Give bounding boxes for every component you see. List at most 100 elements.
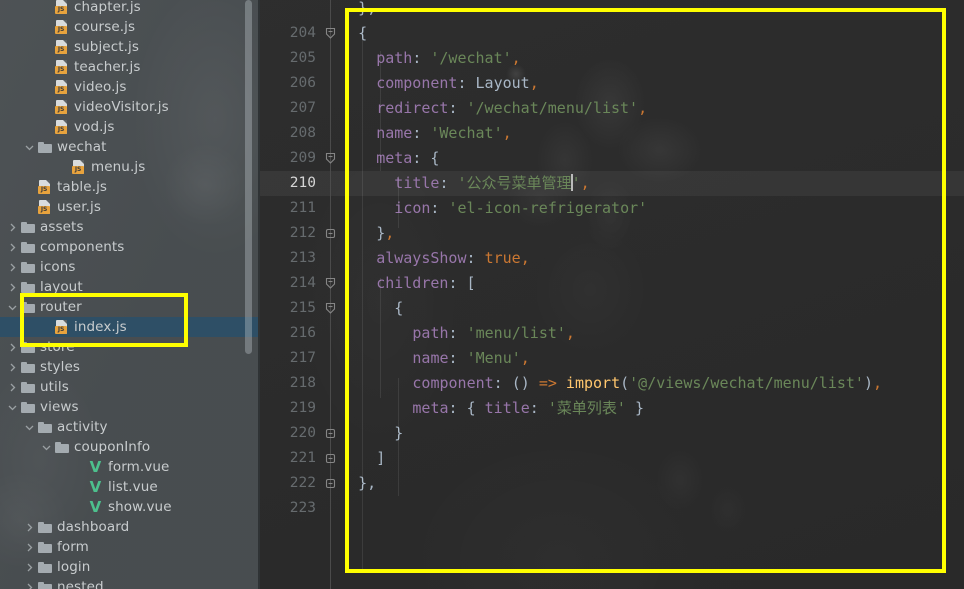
code-line[interactable]: { [340, 296, 403, 321]
chevron-right-icon[interactable] [6, 357, 19, 377]
code-line[interactable]: }, [340, 221, 394, 246]
line-number[interactable]: 216 [260, 321, 316, 346]
code-line[interactable]: component: Layout, [340, 71, 539, 96]
tree-item-router[interactable]: router [0, 297, 260, 317]
tree-item-login[interactable]: login [0, 557, 260, 577]
code-editor-panel[interactable]: 204 205 206 207 208 209 210 211 212 213 214 215 216 2… [260, 0, 964, 589]
line-number[interactable]: 218 [260, 371, 316, 396]
tree-item-activity[interactable]: activity [0, 417, 260, 437]
line-number[interactable]: 208 [260, 121, 316, 146]
line-number[interactable]: 211 [260, 196, 316, 221]
chevron-right-icon[interactable] [6, 217, 19, 237]
tree-item-form[interactable]: form [0, 537, 260, 557]
tree-item-user-js[interactable]: JS user.js [0, 197, 260, 217]
fold-toggle-icon[interactable] [323, 301, 338, 316]
code-line[interactable]: component: () => import('@/views/wechat/… [340, 371, 882, 396]
line-number[interactable]: 210 [260, 171, 316, 196]
chevron-right-icon[interactable] [6, 277, 19, 297]
line-number[interactable]: 217 [260, 346, 316, 371]
chevron-right-icon[interactable] [23, 517, 36, 537]
chevron-down-icon[interactable] [6, 297, 19, 317]
code-line[interactable]: alwaysShow: true, [340, 246, 530, 271]
code-content[interactable]: },{path: '/wechat', component: Layout, red… [340, 0, 964, 589]
line-number[interactable]: 220 [260, 421, 316, 446]
code-line[interactable]: path: 'menu/list', [340, 321, 575, 346]
code-line[interactable]: } [340, 421, 403, 446]
fold-toggle-icon[interactable] [323, 426, 338, 441]
tree-item-wechat[interactable]: wechat [0, 137, 260, 157]
code-line[interactable]: }, [340, 0, 376, 21]
code-line[interactable]: name: 'Menu', [340, 346, 529, 371]
tree-item-form-vue[interactable]: Vform.vue [0, 457, 260, 477]
code-line[interactable]: }, [340, 471, 376, 496]
tree-item-views[interactable]: views [0, 397, 260, 417]
file-tree[interactable]: JS chapter.js JS course.js JS subject.js JS tea… [0, 0, 260, 589]
code-line[interactable]: path: '/wechat', [340, 46, 521, 71]
sidebar-scrollbar[interactable] [245, 0, 252, 354]
tree-item-menu-js[interactable]: JS menu.js [0, 157, 260, 177]
fold-toggle-icon[interactable] [323, 451, 338, 466]
fold-toggle-icon[interactable] [323, 476, 338, 491]
chevron-right-icon[interactable] [23, 537, 36, 557]
chevron-down-icon[interactable] [23, 417, 36, 437]
chevron-right-icon[interactable] [23, 557, 36, 577]
code-line[interactable]: children: [ [340, 271, 475, 296]
tree-item-nested[interactable]: nested [0, 577, 260, 589]
code-line[interactable]: icon: 'el-icon-refrigerator' [340, 196, 647, 221]
tree-item-index-js[interactable]: JS index.js [0, 317, 260, 337]
tree-item-list-vue[interactable]: Vlist.vue [0, 477, 260, 497]
tree-item-styles[interactable]: styles [0, 357, 260, 377]
fold-toggle-icon[interactable] [323, 151, 338, 166]
tree-item-assets[interactable]: assets [0, 217, 260, 237]
line-number[interactable]: 215 [260, 296, 316, 321]
code-line[interactable]: meta: { title: '菜单列表' } [340, 396, 644, 421]
fold-toggle-icon[interactable] [323, 226, 338, 241]
tree-item-components[interactable]: components [0, 237, 260, 257]
chevron-right-icon[interactable] [23, 577, 36, 589]
tree-item-store[interactable]: store [0, 337, 260, 357]
chevron-right-icon[interactable] [6, 377, 19, 397]
tree-item-videovisitor-js[interactable]: JS videoVisitor.js [0, 97, 260, 117]
line-number[interactable]: 221 [260, 446, 316, 471]
code-line[interactable]: meta: { [340, 146, 439, 171]
code-line[interactable]: name: 'Wechat', [340, 121, 511, 146]
chevron-down-icon[interactable] [6, 397, 19, 417]
tree-item-video-js[interactable]: JS video.js [0, 77, 260, 97]
tree-item-couponinfo[interactable]: couponInfo [0, 437, 260, 457]
tree-item-course-js[interactable]: JS course.js [0, 17, 260, 37]
tree-item-show-vue[interactable]: Vshow.vue [0, 497, 260, 517]
line-number[interactable]: 209 [260, 146, 316, 171]
fold-toggle-icon[interactable] [323, 276, 338, 291]
tree-item-vod-js[interactable]: JS vod.js [0, 117, 260, 137]
line-number[interactable]: 219 [260, 396, 316, 421]
code-line[interactable]: { [340, 21, 367, 46]
tree-item-chapter-js[interactable]: JS chapter.js [0, 0, 260, 17]
chevron-down-icon[interactable] [40, 437, 53, 457]
chevron-right-icon[interactable] [6, 337, 19, 357]
tree-item-utils[interactable]: utils [0, 377, 260, 397]
line-number[interactable]: 206 [260, 71, 316, 96]
line-number[interactable]: 212 [260, 221, 316, 246]
line-number[interactable]: 223 [260, 496, 316, 521]
tree-item-teacher-js[interactable]: JS teacher.js [0, 57, 260, 77]
tree-item-icons[interactable]: icons [0, 257, 260, 277]
tree-item-table-js[interactable]: JS table.js [0, 177, 260, 197]
fold-toggle-icon[interactable] [323, 26, 338, 41]
tree-item-subject-js[interactable]: JS subject.js [0, 37, 260, 57]
code-line[interactable]: redirect: '/wechat/menu/list', [340, 96, 647, 121]
chevron-right-icon[interactable] [6, 257, 19, 277]
line-number[interactable]: 214 [260, 271, 316, 296]
line-number[interactable]: 207 [260, 96, 316, 121]
line-number[interactable]: 204 [260, 21, 316, 46]
tree-item-layout[interactable]: layout [0, 277, 260, 297]
line-number[interactable]: 205 [260, 46, 316, 71]
js-file-icon: JS [53, 97, 70, 117]
project-file-tree-panel[interactable]: JS chapter.js JS course.js JS subject.js JS tea… [0, 0, 260, 589]
chevron-down-icon[interactable] [23, 137, 36, 157]
line-number[interactable]: 222 [260, 471, 316, 496]
tree-item-dashboard[interactable]: dashboard [0, 517, 260, 537]
editor-gutter[interactable]: 204 205 206 207 208 209 210 211 212 213 214 215 216 2… [260, 0, 338, 589]
chevron-right-icon[interactable] [6, 237, 19, 257]
code-line[interactable]: title: '公众号菜单管理', [340, 171, 590, 196]
line-number[interactable]: 213 [260, 246, 316, 271]
